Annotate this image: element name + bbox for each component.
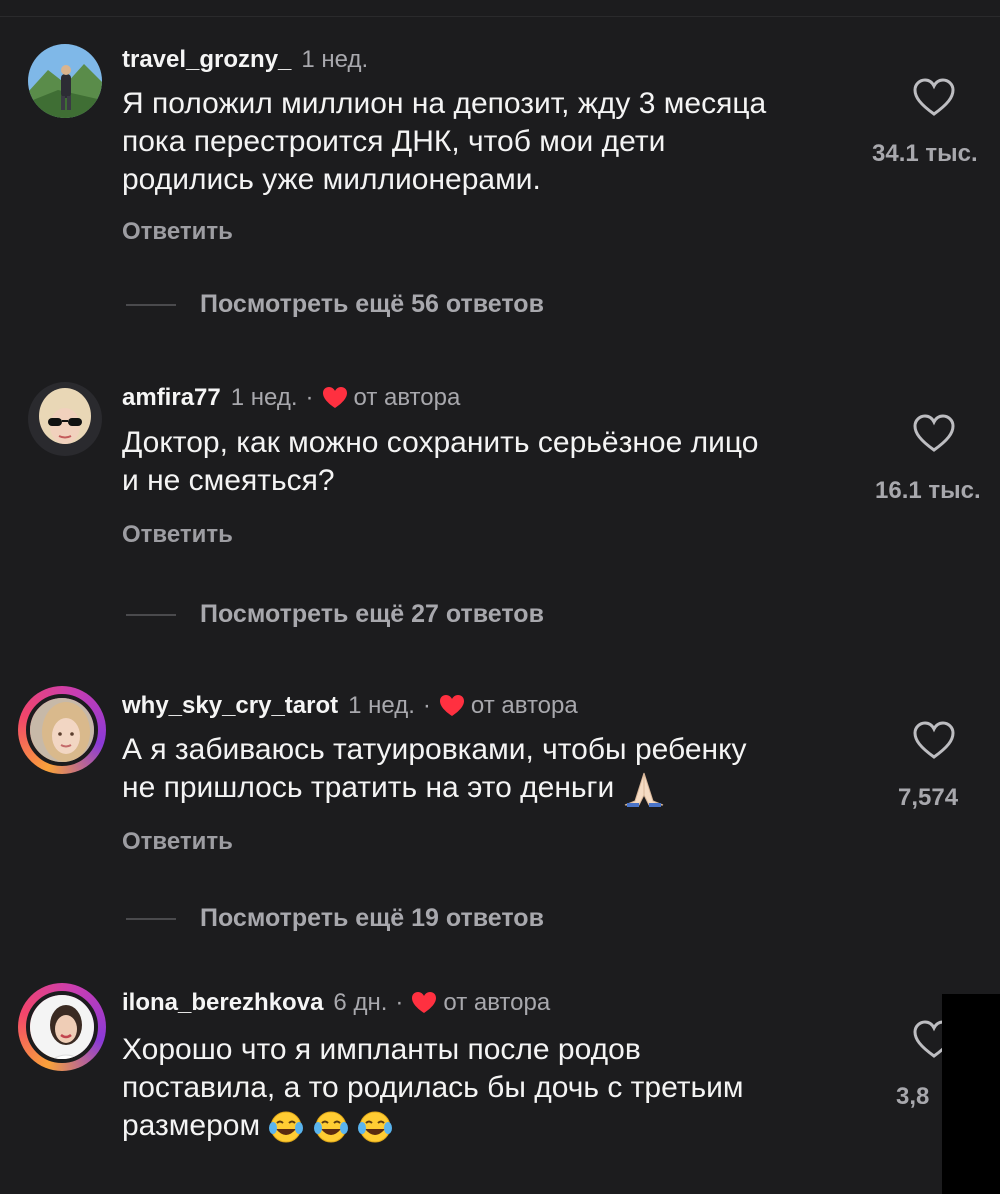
comment-time: 1 нед. [301, 46, 369, 73]
comment-line-with-emoji: не пришлось тратить на это деньги [122, 769, 862, 808]
view-more-label[interactable]: Посмотреть ещё 27 ответов [200, 600, 544, 629]
author-label: от автора [443, 989, 551, 1016]
mountain-person-avatar-icon [28, 44, 102, 118]
separator-dot: · [395, 989, 404, 1016]
like-count: 3,8 [896, 1083, 930, 1110]
reply-button[interactable]: Ответить [122, 218, 233, 246]
username[interactable]: ilona_berezhkova [122, 989, 323, 1017]
username[interactable]: travel_grozny_ [122, 46, 291, 74]
comment-text: Доктор, как можно сохранить серьёзное ли… [122, 424, 862, 500]
comment-line: А я забиваюсь татуировками, чтобы ребенк… [122, 733, 747, 766]
top-divider [0, 16, 1000, 17]
comment-line: родились уже миллионерами. [122, 163, 541, 196]
author-liked-heart-icon [412, 992, 437, 1013]
comment-line: размером [122, 1109, 261, 1142]
view-more-label[interactable]: Посмотреть ещё 56 ответов [200, 290, 544, 319]
woman-white-avatar-icon [26, 991, 98, 1063]
view-more-replies[interactable]: Посмотреть ещё 27 ответов [126, 600, 544, 629]
comment-line: не пришлось тратить на это деньги [122, 771, 615, 804]
divider [126, 303, 176, 306]
comment-line: поставила, а то родилась бы дочь с треть… [122, 1071, 744, 1104]
avatar-story-ring[interactable] [18, 686, 106, 774]
avatar[interactable] [24, 40, 106, 122]
comments-page: travel_grozny_ 1 нед. Я положил миллион … [0, 0, 1000, 1194]
username[interactable]: amfira77 [122, 384, 221, 412]
separator-dot: · [305, 384, 314, 411]
view-more-replies[interactable]: Посмотреть ещё 19 ответов [126, 904, 544, 933]
woman-sunglasses-avatar-icon [28, 382, 102, 456]
comment-time: 1 нед. [348, 692, 415, 719]
like-count: 7,574 [898, 784, 959, 811]
author-liked-heart-icon [439, 695, 464, 716]
comment-text: Я положил миллион на депозит, жду 3 меся… [122, 85, 862, 199]
like-count: 16.1 тыс. [875, 477, 981, 504]
tears-of-joy-icon [313, 1111, 348, 1143]
comment-time: 1 нед. [230, 384, 298, 411]
comment-text: Хорошо что я импланты после родов постав… [122, 1031, 862, 1145]
comment-line: Доктор, как можно сохранить серьёзное ли… [122, 426, 759, 459]
separator-dot: · [422, 692, 431, 719]
author-label: от автора [470, 692, 578, 719]
praying-hands-icon [624, 772, 663, 808]
woman-blonde-avatar-icon [26, 694, 98, 766]
redaction-block [942, 994, 1000, 1194]
divider [126, 613, 176, 616]
like-heart-icon[interactable] [912, 721, 956, 761]
reply-button[interactable]: Ответить [122, 828, 233, 856]
like-heart-icon[interactable] [912, 414, 956, 454]
reply-button[interactable]: Ответить [122, 521, 233, 549]
comment-meta: why_sky_cry_tarot 1 нед. · от автора [122, 692, 578, 720]
like-count: 34.1 тыс. [872, 140, 978, 167]
comment-meta: amfira77 1 нед. · от автора [122, 384, 460, 412]
comment-line: Я положил миллион на депозит, жду 3 меся… [122, 87, 767, 120]
comment-line: и не смеяться? [122, 464, 335, 497]
author-liked-heart-icon [322, 387, 347, 408]
view-more-label[interactable]: Посмотреть ещё 19 ответов [200, 904, 544, 933]
tears-of-joy-icon [358, 1111, 393, 1143]
comment-line-with-emoji: размером [122, 1107, 862, 1145]
tears-of-joy-icon [269, 1111, 304, 1143]
like-heart-icon[interactable] [912, 78, 956, 118]
comment-line: пока перестроится ДНК, чтоб мои дети [122, 125, 666, 158]
comment-meta: ilona_berezhkova 6 дн. · от автора [122, 989, 550, 1017]
avatar-story-ring[interactable] [18, 983, 106, 1071]
avatar[interactable] [24, 378, 106, 460]
comment-text: А я забиваюсь татуировками, чтобы ребенк… [122, 731, 862, 808]
divider [126, 917, 176, 920]
comment-time: 6 дн. [333, 989, 388, 1016]
comment-meta: travel_grozny_ 1 нед. [122, 46, 368, 74]
author-label: от автора [353, 384, 461, 411]
comment-line: Хорошо что я импланты после родов [122, 1033, 641, 1066]
username[interactable]: why_sky_cry_tarot [122, 692, 338, 720]
view-more-replies[interactable]: Посмотреть ещё 56 ответов [126, 290, 544, 319]
